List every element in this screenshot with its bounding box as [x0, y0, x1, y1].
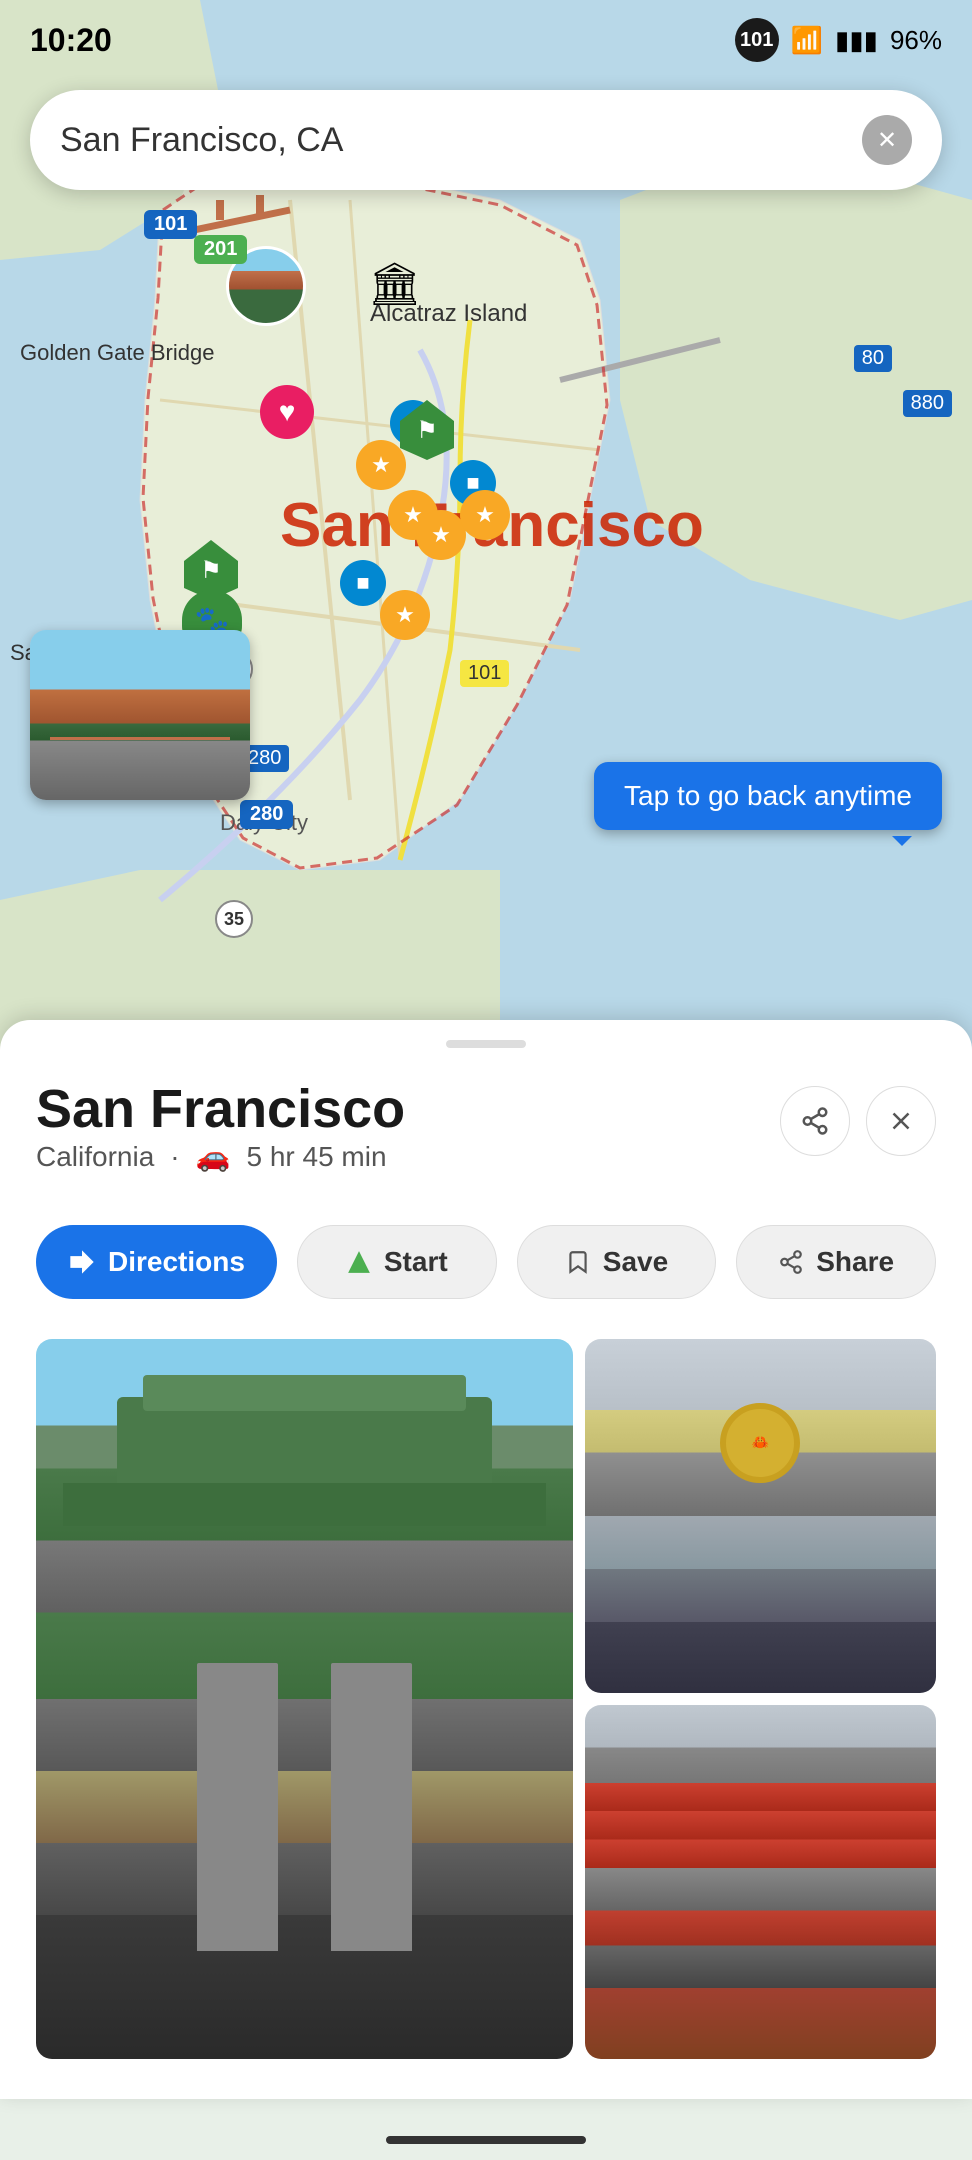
directions-button[interactable]: Directions	[36, 1225, 277, 1299]
photos-grid: 🦀	[36, 1339, 936, 2059]
place-subtitle: California · 🚗 5 hr 45 min	[36, 1140, 405, 1173]
directions-label: Directions	[108, 1246, 245, 1278]
heart-marker[interactable]: ♥	[260, 385, 314, 439]
drive-time: 5 hr 45 min	[246, 1141, 386, 1173]
gold-marker-3[interactable]: ★	[416, 510, 466, 560]
highway-880-label: 880	[903, 390, 952, 417]
status-time: 10:20	[30, 22, 112, 59]
blue-marker-3[interactable]: ■	[340, 560, 386, 606]
sheet-handle	[446, 1040, 526, 1048]
route-35-badge: 35	[215, 900, 253, 938]
highway-80-label: 80	[854, 345, 892, 372]
gg-thumbnail[interactable]	[30, 630, 250, 800]
photo-wharf[interactable]: 🦀	[585, 1339, 936, 1693]
car-icon: 🚗	[196, 1140, 231, 1173]
highway-201-badge: 201	[194, 235, 247, 264]
share-header-button[interactable]	[780, 1086, 850, 1156]
map-tooltip[interactable]: Tap to go back anytime	[594, 762, 942, 830]
highway-101-label: 101	[460, 660, 509, 687]
signal-icon: ▮▮▮	[835, 25, 878, 56]
route-badge: 101	[735, 18, 779, 62]
search-clear-button[interactable]	[862, 115, 912, 165]
photo-lantern-street[interactable]	[585, 1705, 936, 2059]
header-actions	[780, 1086, 936, 1156]
status-bar: 10:20 101 📶 ▮▮▮ 96%	[0, 0, 972, 80]
place-info: San Francisco California · 🚗 5 hr 45 min	[36, 1078, 405, 1209]
alcatraz-marker[interactable]: 🏛	[368, 260, 421, 309]
golden-gate-label: Golden Gate Bridge	[20, 340, 214, 366]
search-input-text: San Francisco, CA	[60, 121, 862, 160]
save-button[interactable]: Save	[517, 1225, 717, 1299]
status-icons: 101 📶 ▮▮▮ 96%	[735, 18, 942, 62]
subtitle-dot: ·	[170, 1141, 179, 1173]
photo-chinatown-main[interactable]	[36, 1339, 573, 2059]
photo-right-column: 🦀	[585, 1339, 936, 2059]
start-label: Start	[384, 1246, 448, 1278]
gold-marker-4[interactable]: ★	[460, 490, 510, 540]
home-indicator	[386, 2136, 586, 2144]
wifi-icon: 📶	[791, 25, 823, 56]
share-button[interactable]: Share	[736, 1225, 936, 1299]
search-bar[interactable]: San Francisco, CA	[30, 90, 942, 190]
place-state: California	[36, 1141, 154, 1173]
save-label: Save	[603, 1246, 668, 1278]
place-header: San Francisco California · 🚗 5 hr 45 min	[36, 1078, 936, 1209]
close-sheet-button[interactable]	[866, 1086, 936, 1156]
gold-marker-1[interactable]: ★	[356, 440, 406, 490]
battery-icon: 96%	[890, 25, 942, 56]
share-label: Share	[816, 1246, 894, 1278]
highway-280-badge-2: 280	[240, 800, 293, 829]
start-button[interactable]: Start	[297, 1225, 497, 1299]
action-buttons: Directions Start Save Share	[36, 1225, 936, 1299]
highway-101-badge: 101	[144, 210, 197, 239]
gold-marker-5[interactable]: ★	[380, 590, 430, 640]
bottom-sheet: San Francisco California · 🚗 5 hr 45 min	[0, 1020, 972, 2099]
place-title: San Francisco	[36, 1078, 405, 1140]
